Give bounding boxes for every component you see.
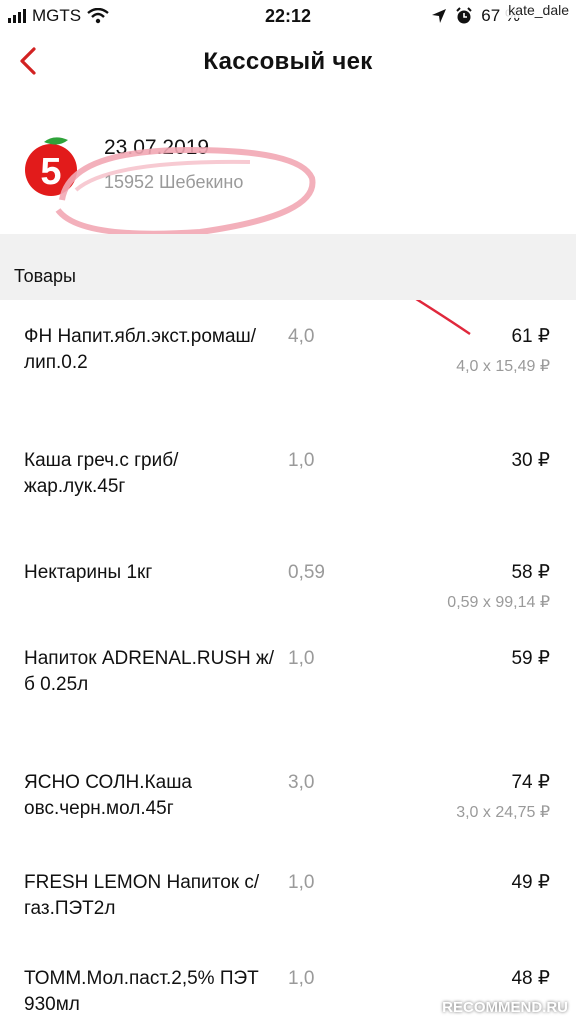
watermark: RECOMMEND.RU bbox=[442, 999, 568, 1016]
list-item[interactable]: ФН Напит.ябл.экст.ромаш/ лип.0.2 4,0 61 … bbox=[0, 300, 576, 416]
item-qty: 1,0 bbox=[288, 450, 315, 471]
item-qty: 1,0 bbox=[288, 968, 315, 989]
item-price: 30 ₽ bbox=[511, 450, 550, 471]
item-qty: 3,0 bbox=[288, 772, 315, 793]
pyaterochka-logo: 5 bbox=[25, 137, 77, 196]
list-item[interactable]: Напиток ADRENAL.RUSH ж/б 0.25л 1,0 59 ₽ bbox=[0, 622, 576, 742]
item-calc: 3,0 x 24,75 ₽ bbox=[456, 804, 550, 821]
item-price: 59 ₽ bbox=[511, 648, 550, 669]
list-item[interactable]: FRESH LEMON Напиток с/газ.ПЭТ2л 1,0 49 ₽ bbox=[0, 846, 576, 946]
nav-bar: Кассовый чек bbox=[0, 34, 576, 94]
user-tag: kate_dale bbox=[505, 2, 572, 18]
item-calc: 0,59 x 99,14 ₽ bbox=[447, 594, 550, 611]
item-price: 58 ₽ bbox=[511, 562, 550, 583]
item-name: ЯСНО СОЛН.Каша овс.черн.мол.45г bbox=[24, 772, 193, 819]
item-name: FRESH LEMON Напиток с/газ.ПЭТ2л bbox=[24, 872, 260, 919]
item-price: 49 ₽ bbox=[511, 872, 550, 893]
item-qty: 0,59 bbox=[288, 562, 325, 583]
list-item[interactable]: Нектарины 1кг 0,59 58 ₽ 0,59 x 99,14 ₽ bbox=[0, 536, 576, 626]
item-calc: 4,0 x 15,49 ₽ bbox=[456, 358, 550, 375]
list-item[interactable]: ТОММ.Мол.паст.2,5% ПЭТ 930мл 1,0 48 ₽ bbox=[0, 942, 576, 1032]
list-item[interactable]: ЯСНО СОЛН.Каша овс.черн.мол.45г 3,0 74 ₽… bbox=[0, 746, 576, 856]
svg-text:5: 5 bbox=[40, 151, 61, 193]
section-header: Товары bbox=[0, 234, 576, 300]
location-icon bbox=[432, 9, 447, 23]
item-qty: 1,0 bbox=[288, 872, 315, 893]
item-name: ФН Напит.ябл.экст.ромаш/ лип.0.2 bbox=[24, 326, 257, 373]
item-name: Каша греч.с гриб/ жар.лук.45г bbox=[24, 450, 179, 497]
item-price: 74 ₽ bbox=[511, 772, 550, 793]
item-name: Напиток ADRENAL.RUSH ж/б 0.25л bbox=[24, 648, 274, 695]
page-title: Кассовый чек bbox=[203, 48, 373, 75]
receipt-date: 23.07.2019 bbox=[104, 136, 210, 159]
item-price: 61 ₽ bbox=[511, 326, 550, 347]
store-name: 15952 Шебекино bbox=[104, 172, 244, 192]
item-qty: 1,0 bbox=[288, 648, 315, 669]
item-price: 48 ₽ bbox=[511, 968, 550, 989]
section-title: Товары bbox=[14, 266, 76, 286]
list-item[interactable]: Каша греч.с гриб/ жар.лук.45г 1,0 30 ₽ bbox=[0, 424, 576, 534]
item-name: Нектарины 1кг bbox=[24, 562, 153, 583]
status-bar: MGTS 22:12 67 % kate_dale bbox=[0, 0, 576, 34]
alarm-icon bbox=[456, 7, 472, 24]
item-qty: 4,0 bbox=[288, 326, 315, 347]
item-name: ТОММ.Мол.паст.2,5% ПЭТ 930мл bbox=[24, 968, 259, 1015]
store-info: 5 23.07.2019 15952 Шебекино bbox=[0, 94, 576, 234]
